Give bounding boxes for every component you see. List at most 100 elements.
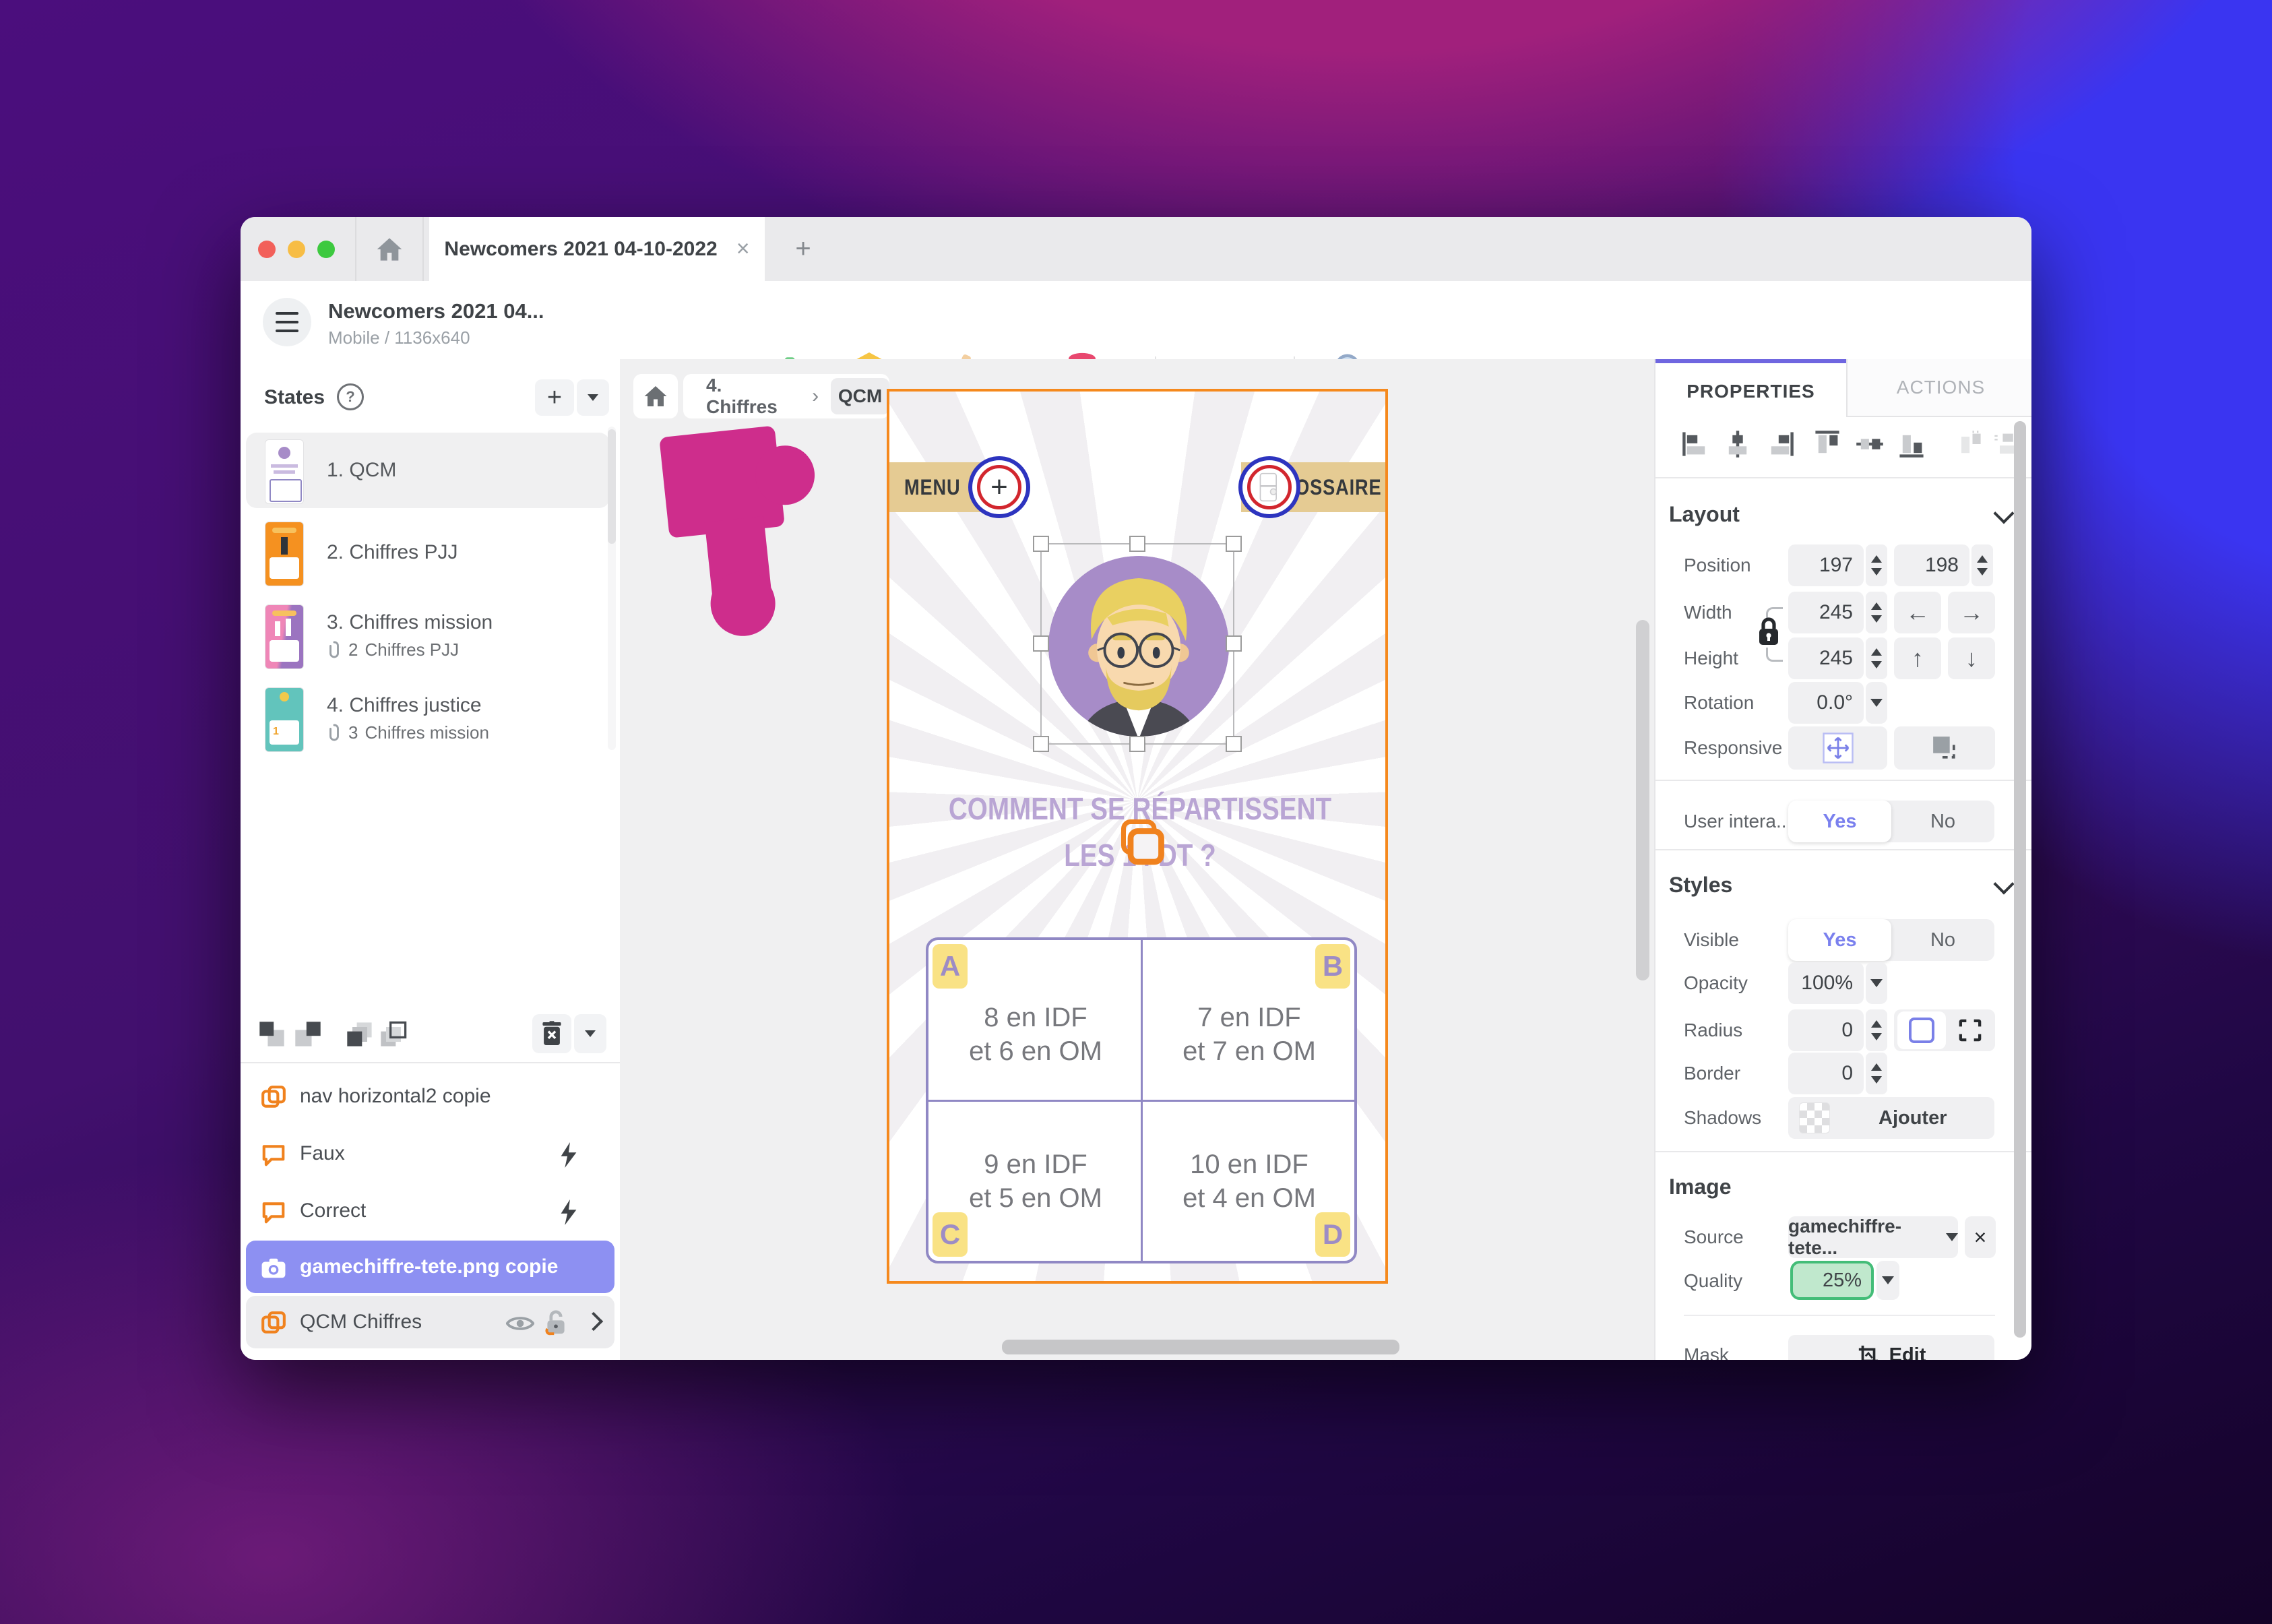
selection-handle[interactable] xyxy=(1033,536,1049,552)
selection-handle[interactable] xyxy=(1226,635,1242,652)
border-stepper[interactable] xyxy=(1866,1053,1887,1094)
selection-handle[interactable] xyxy=(1226,736,1242,752)
states-scrollbar-thumb[interactable] xyxy=(608,429,616,544)
nudge-down-button[interactable]: ↓ xyxy=(1948,637,1995,679)
close-tab-icon[interactable]: × xyxy=(736,236,750,262)
answers-grid[interactable]: A B C D 8 en IDF et 6 en OM 7 en IDF et … xyxy=(926,937,1357,1263)
width-input[interactable]: 245 xyxy=(1788,592,1864,633)
layer-row-qcm-chiffres[interactable]: QCM Chiffres xyxy=(246,1296,614,1348)
design-canvas[interactable]: 4. Chiffres › QCM MENU + GLOSSAIR xyxy=(620,359,1654,1360)
maximize-window-button[interactable] xyxy=(317,241,335,258)
width-stepper[interactable] xyxy=(1866,592,1887,633)
nudge-right-button[interactable]: → xyxy=(1948,592,1995,633)
selection-box[interactable] xyxy=(1040,543,1234,745)
rotation-dropdown[interactable] xyxy=(1866,682,1887,724)
delete-layer-button[interactable] xyxy=(532,1014,571,1053)
clear-source-button[interactable]: × xyxy=(1965,1216,1996,1258)
answer-cell-d[interactable]: 10 en IDF et 4 en OM xyxy=(1142,1148,1356,1215)
breadcrumb-current-chip[interactable]: QCM xyxy=(831,378,889,414)
state-item-chiffres-justice[interactable]: 1 4. Chiffres justice 3 Chiffres mission xyxy=(246,681,610,756)
close-window-button[interactable] xyxy=(258,241,276,258)
main-menu-button[interactable] xyxy=(263,298,311,346)
position-y-stepper[interactable] xyxy=(1971,544,1993,586)
state-item-qcm[interactable]: 1. QCM xyxy=(246,433,610,508)
home-tab-button[interactable] xyxy=(355,217,424,281)
responsive-move-button[interactable] xyxy=(1788,726,1887,770)
align-center-horizontal-icon[interactable] xyxy=(1723,429,1753,459)
puzzle-piece-shape[interactable] xyxy=(657,411,819,647)
selection-handle[interactable] xyxy=(1129,536,1145,552)
active-project-tab[interactable]: Newcomers 2021 04-10-2022 × xyxy=(429,217,765,281)
bring-forward-icon[interactable] xyxy=(293,1020,323,1049)
align-top-icon[interactable] xyxy=(1812,429,1842,459)
aspect-lock-icon[interactable] xyxy=(1755,617,1782,648)
layer-row-faux[interactable]: Faux xyxy=(246,1127,614,1180)
toggle-no[interactable]: No xyxy=(1891,801,1994,842)
collapse-styles-icon[interactable] xyxy=(1993,873,2014,894)
selection-handle[interactable] xyxy=(1129,736,1145,752)
align-left-icon[interactable] xyxy=(1681,429,1711,459)
layer-row-nav[interactable]: nav horizontal2 copie xyxy=(246,1070,614,1123)
position-y-input[interactable]: 198 xyxy=(1894,544,1969,586)
state-item-chiffres-pjj[interactable]: 2. Chiffres PJJ xyxy=(246,515,610,590)
layer-row-correct[interactable]: Correct xyxy=(246,1185,614,1237)
new-tab-button[interactable]: + xyxy=(780,217,827,281)
align-bottom-icon[interactable] xyxy=(1897,429,1926,459)
answer-cell-c[interactable]: 9 en IDF et 5 en OM xyxy=(928,1148,1143,1215)
nudge-left-button[interactable]: ← xyxy=(1894,592,1941,633)
collapse-layout-icon[interactable] xyxy=(1993,503,2014,524)
rotation-input[interactable]: 0.0° xyxy=(1788,682,1864,724)
position-x-stepper[interactable] xyxy=(1866,544,1887,586)
quality-dropdown[interactable] xyxy=(1876,1261,1899,1300)
shadows-add-button[interactable]: Ajouter xyxy=(1788,1097,1994,1139)
eye-icon[interactable] xyxy=(506,1313,534,1334)
quality-input[interactable]: 25% xyxy=(1790,1261,1874,1300)
glossaire-badge[interactable] xyxy=(1238,456,1300,518)
toggle-yes[interactable]: Yes xyxy=(1788,919,1891,961)
user-interaction-toggle[interactable]: Yes No xyxy=(1788,801,1994,842)
border-input[interactable]: 0 xyxy=(1788,1053,1864,1094)
tab-actions[interactable]: ACTIONS xyxy=(1846,359,2031,417)
selection-handle[interactable] xyxy=(1033,736,1049,752)
radius-stepper[interactable] xyxy=(1866,1009,1887,1051)
layer-row-gamechiffre-selected[interactable]: gamechiffre-tete.png copie xyxy=(246,1241,614,1293)
toggle-no[interactable]: No xyxy=(1891,919,1994,961)
properties-scrollbar[interactable] xyxy=(2014,421,2026,1338)
chevron-right-icon[interactable] xyxy=(584,1312,603,1331)
height-stepper[interactable] xyxy=(1866,637,1887,679)
selection-handle[interactable] xyxy=(1226,536,1242,552)
horizontal-scrollbar[interactable] xyxy=(1002,1340,1399,1354)
radius-all-corners-button[interactable] xyxy=(1897,1011,1946,1049)
states-scrollbar-track[interactable] xyxy=(608,427,616,750)
align-right-icon[interactable] xyxy=(1765,429,1795,459)
answer-cell-b[interactable]: 7 en IDF et 7 en OM xyxy=(1142,1001,1356,1068)
distribute-horizontal-icon[interactable] xyxy=(1954,429,1984,459)
visible-toggle[interactable]: Yes No xyxy=(1788,919,1994,961)
responsive-scale-button[interactable] xyxy=(1894,726,1995,770)
opacity-input[interactable]: 100% xyxy=(1788,962,1864,1004)
bring-to-front-icon[interactable] xyxy=(379,1020,408,1049)
add-state-button[interactable]: + xyxy=(535,379,574,416)
toggle-yes[interactable]: Yes xyxy=(1788,801,1891,842)
height-input[interactable]: 245 xyxy=(1788,637,1864,679)
tab-properties[interactable]: PROPERTIES xyxy=(1655,359,1846,420)
vertical-scrollbar[interactable] xyxy=(1636,620,1649,980)
source-dropdown[interactable]: gamechiffre-tete... xyxy=(1788,1216,1958,1258)
layers-options-button[interactable] xyxy=(574,1014,606,1053)
nudge-up-button[interactable]: ↑ xyxy=(1894,637,1941,679)
layer-row-decor[interactable]: decor copie2 xyxy=(246,1353,614,1360)
position-x-input[interactable]: 197 xyxy=(1788,544,1864,586)
menu-plus-badge[interactable]: + xyxy=(968,456,1030,518)
state-item-chiffres-mission[interactable]: 3. Chiffres mission 2 Chiffres PJJ xyxy=(246,598,610,673)
states-options-button[interactable] xyxy=(577,379,609,416)
help-icon[interactable]: ? xyxy=(337,383,364,410)
minimize-window-button[interactable] xyxy=(288,241,305,258)
selection-handle[interactable] xyxy=(1033,635,1049,652)
send-to-back-icon[interactable] xyxy=(345,1020,375,1049)
answer-cell-a[interactable]: 8 en IDF et 6 en OM xyxy=(928,1001,1143,1068)
align-center-vertical-icon[interactable] xyxy=(1855,429,1885,459)
radius-input[interactable]: 0 xyxy=(1788,1009,1864,1051)
radius-individual-corners-button[interactable] xyxy=(1946,1011,1994,1049)
send-backward-icon[interactable] xyxy=(257,1020,287,1049)
screen-frame[interactable]: MENU + GLOSSAIRE xyxy=(887,389,1388,1284)
